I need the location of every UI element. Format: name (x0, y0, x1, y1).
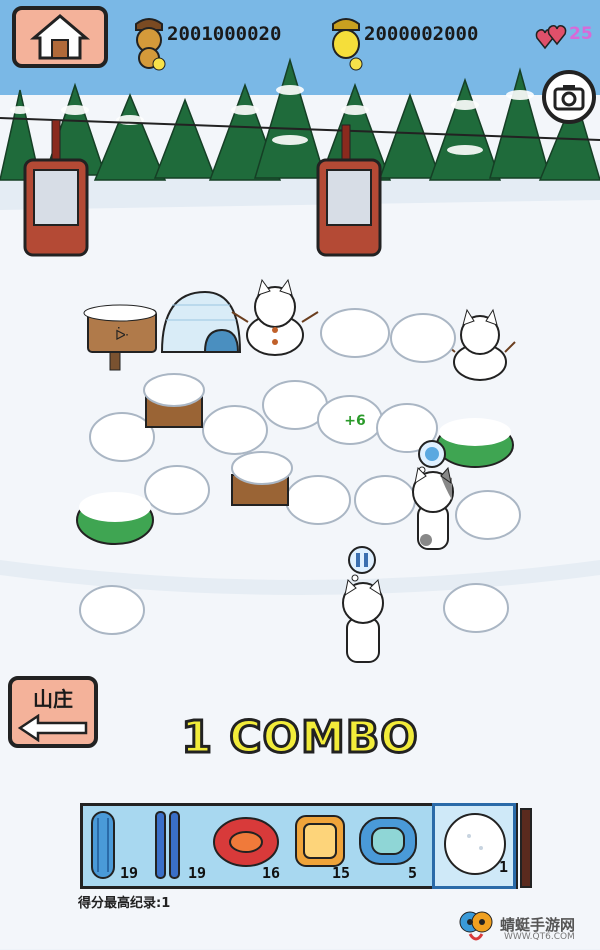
inventory-slot-2[interactable]: 19 (148, 810, 208, 886)
lodge-label: 山庄 (33, 687, 73, 711)
svg-text:ᐕ: ᐕ (115, 327, 129, 344)
inventory-slot-3[interactable]: 16 (210, 810, 288, 886)
camera-icon (553, 85, 585, 111)
combo-counter: 1 COMBO (180, 711, 419, 765)
orange-basket-icon (295, 815, 345, 867)
inventory-slot-6-selected[interactable]: 1 (432, 803, 516, 889)
dragonfly-logo-icon (456, 908, 496, 950)
red-float-icon (213, 817, 279, 867)
gold-acorn-count: 2000002000 (364, 23, 479, 45)
slot-3-count: 16 (262, 864, 281, 882)
watermark-url: WWW.QT6.COM (504, 932, 575, 942)
hearts-icon (535, 24, 571, 56)
blue-sled-icon (91, 811, 115, 879)
inventory-slot-1[interactable]: 19 (84, 810, 144, 886)
bonus-popup: +6 (344, 413, 365, 429)
gold-acorn-icon (329, 12, 363, 76)
inventory-slot-4[interactable]: 15 (292, 810, 352, 886)
high-score-record: 得分最高纪录:1 (78, 896, 171, 911)
camera-button[interactable] (542, 70, 596, 124)
blue-skis-icon (155, 811, 180, 879)
blue-float-icon (359, 817, 417, 865)
hearts-count: 25 (569, 24, 593, 44)
slot-6-count: 1 (499, 858, 509, 876)
slot-5-count: 5 (408, 864, 418, 882)
house-icon (29, 14, 91, 60)
slot-4-count: 15 (332, 864, 351, 882)
slot-2-count: 19 (188, 864, 207, 882)
inventory-scrollbar[interactable] (520, 808, 532, 888)
inventory-slot-5[interactable]: 5 (356, 810, 428, 886)
slot-1-count: 19 (120, 864, 139, 882)
home-button[interactable] (12, 6, 108, 68)
acorn-icon (132, 12, 166, 76)
acorn-count: 2001000020 (167, 23, 282, 45)
